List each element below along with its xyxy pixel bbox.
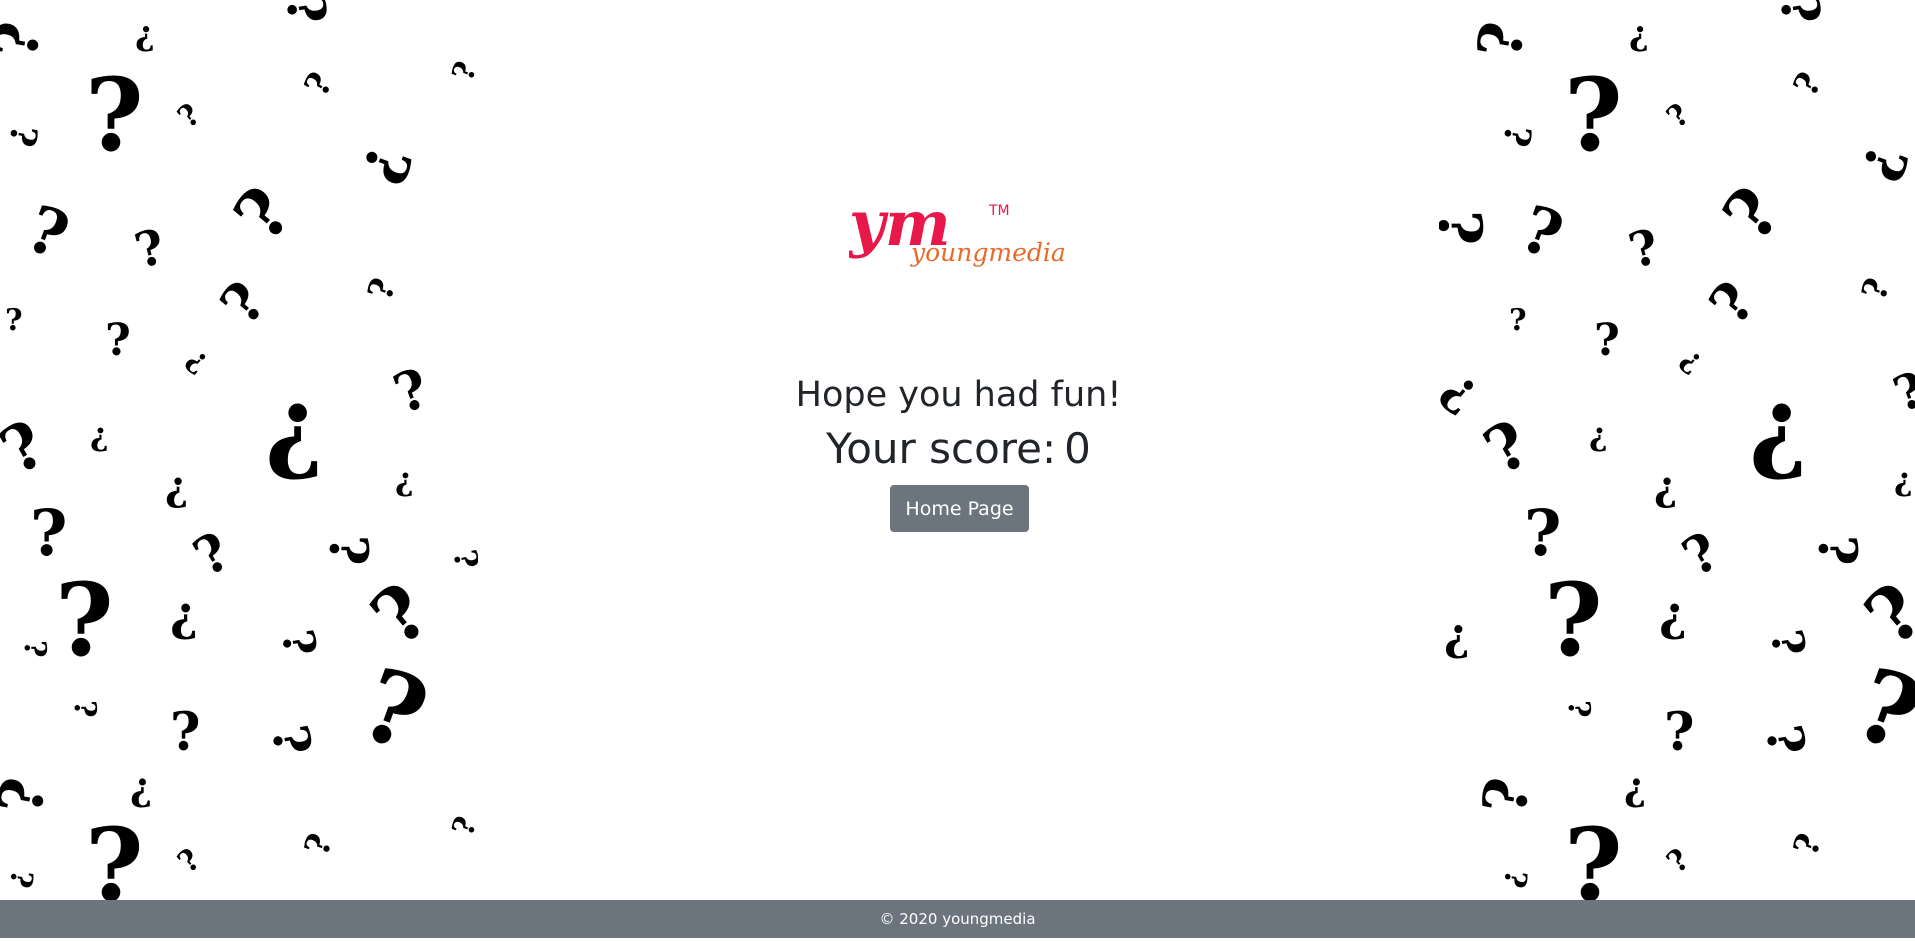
- svg-text:?: ?: [129, 218, 171, 279]
- svg-text:?: ?: [1886, 361, 1915, 423]
- svg-text:?: ?: [67, 700, 102, 718]
- svg-text:?: ?: [55, 561, 114, 679]
- svg-text:?: ?: [1660, 842, 1696, 880]
- svg-text:¿: ¿: [1439, 356, 1493, 420]
- svg-text:?: ?: [317, 535, 378, 565]
- svg-text:?: ?: [85, 56, 144, 174]
- svg-text:?: ?: [17, 640, 52, 658]
- home-page-button[interactable]: Home Page: [890, 485, 1029, 532]
- svg-text:?: ?: [208, 270, 280, 338]
- svg-text:¿: ¿: [1749, 366, 1808, 484]
- svg-text:?: ?: [1464, 17, 1539, 64]
- svg-text:?: ?: [1786, 66, 1831, 103]
- question-mark-pattern-right: ? ¿ ? ? ? ? ? ? ? ? ? ? ? ? ? ? ¿ ¿ ¿ ?: [1439, 0, 1915, 900]
- svg-text:?: ?: [1854, 273, 1898, 305]
- svg-text:?: ?: [1660, 97, 1696, 135]
- svg-text:?: ?: [1841, 644, 1915, 775]
- svg-text:?: ?: [1469, 773, 1544, 820]
- svg-text:?: ?: [297, 66, 342, 103]
- svg-text:¿: ¿: [1629, 14, 1649, 54]
- svg-text:?: ?: [105, 315, 131, 366]
- svg-text:¿: ¿: [135, 14, 155, 54]
- svg-text:?: ?: [1664, 702, 1694, 763]
- copyright-text: © 2020 youngmedia: [879, 910, 1036, 928]
- svg-text:?: ?: [1561, 700, 1596, 718]
- svg-text:?: ?: [446, 812, 478, 840]
- svg-text:?: ?: [1472, 406, 1542, 490]
- fun-message: Hope you had fun!: [795, 375, 1122, 415]
- logo-wordmark: youngmedia: [910, 238, 1066, 267]
- svg-text:?: ?: [1847, 136, 1915, 189]
- svg-text:?: ?: [1564, 56, 1623, 174]
- svg-text:?: ?: [85, 806, 144, 900]
- svg-text:?: ?: [446, 547, 478, 572]
- svg-text:?: ?: [5, 303, 23, 338]
- svg-text:?: ?: [1494, 122, 1539, 150]
- svg-text:?: ?: [1564, 806, 1623, 900]
- svg-text:¿: ¿: [90, 415, 109, 453]
- svg-text:?: ?: [0, 17, 56, 64]
- svg-text:?: ?: [1509, 303, 1527, 338]
- svg-text:?: ?: [0, 122, 45, 150]
- footer: © 2020 youngmedia: [0, 900, 1915, 938]
- svg-text:?: ?: [30, 496, 68, 571]
- svg-text:?: ?: [1594, 315, 1620, 366]
- svg-text:?: ?: [171, 97, 207, 135]
- svg-text:?: ?: [1524, 496, 1562, 571]
- svg-text:?: ?: [271, 626, 326, 660]
- svg-text:?: ?: [2, 867, 40, 890]
- svg-text:?: ?: [1760, 626, 1815, 660]
- svg-text:¿: ¿: [130, 764, 152, 809]
- svg-text:¿: ¿: [1654, 463, 1677, 510]
- svg-text:?: ?: [360, 273, 404, 305]
- svg-text:¿: ¿: [170, 586, 198, 642]
- logo-trademark: TM: [988, 203, 1010, 219]
- svg-text:¿: ¿: [1894, 460, 1913, 498]
- svg-text:?: ?: [273, 0, 338, 29]
- score-value: 0: [1064, 424, 1091, 473]
- svg-text:?: ?: [17, 191, 78, 274]
- svg-text:?: ?: [1439, 210, 1494, 245]
- svg-text:¿: ¿: [1444, 610, 1470, 661]
- svg-text:?: ?: [1767, 0, 1832, 29]
- svg-text:?: ?: [385, 355, 437, 426]
- page: ? ¿ ? ? ? ? ? ? ? ? ? ? ? ? ? ? ¿ ¿ ? ?: [0, 0, 1915, 941]
- svg-text:?: ?: [347, 136, 425, 193]
- svg-text:¿: ¿: [1659, 586, 1687, 642]
- svg-text:?: ?: [218, 171, 308, 256]
- svg-text:¿: ¿: [395, 460, 414, 498]
- svg-text:?: ?: [1697, 270, 1769, 338]
- svg-text:?: ?: [1496, 867, 1534, 890]
- svg-text:?: ?: [1673, 521, 1730, 589]
- svg-text:?: ?: [1623, 218, 1665, 279]
- svg-text:¿: ¿: [181, 341, 217, 379]
- question-mark-pattern-left: ? ¿ ? ? ? ? ? ? ? ? ? ? ? ? ? ? ¿ ¿ ? ?: [0, 0, 478, 900]
- svg-text:?: ?: [1806, 535, 1867, 565]
- svg-text:?: ?: [1786, 828, 1830, 860]
- svg-text:?: ?: [0, 773, 60, 820]
- svg-text:¿: ¿: [1675, 341, 1711, 379]
- svg-text:?: ?: [171, 842, 207, 880]
- svg-text:?: ?: [1511, 191, 1572, 274]
- score-display: Your score: 0: [478, 423, 1439, 475]
- svg-text:?: ?: [1544, 561, 1603, 679]
- svg-text:?: ?: [1754, 721, 1817, 760]
- svg-text:¿: ¿: [1624, 764, 1646, 809]
- svg-text:?: ?: [446, 57, 478, 85]
- svg-text:?: ?: [347, 644, 442, 775]
- svg-text:?: ?: [1707, 171, 1797, 256]
- svg-text:¿: ¿: [1589, 415, 1608, 453]
- svg-text:¿: ¿: [165, 463, 188, 510]
- svg-text:?: ?: [170, 702, 200, 763]
- youngmedia-logo[interactable]: ym TM youngmedia: [847, 187, 1069, 275]
- svg-text:?: ?: [184, 521, 241, 589]
- main-content: ym TM youngmedia Hope you had fun! Your …: [478, 0, 1439, 900]
- svg-text:?: ?: [260, 721, 323, 760]
- svg-text:?: ?: [0, 406, 58, 490]
- svg-text:?: ?: [297, 828, 341, 860]
- svg-text:¿: ¿: [265, 366, 324, 484]
- score-label: Your score:: [826, 424, 1057, 473]
